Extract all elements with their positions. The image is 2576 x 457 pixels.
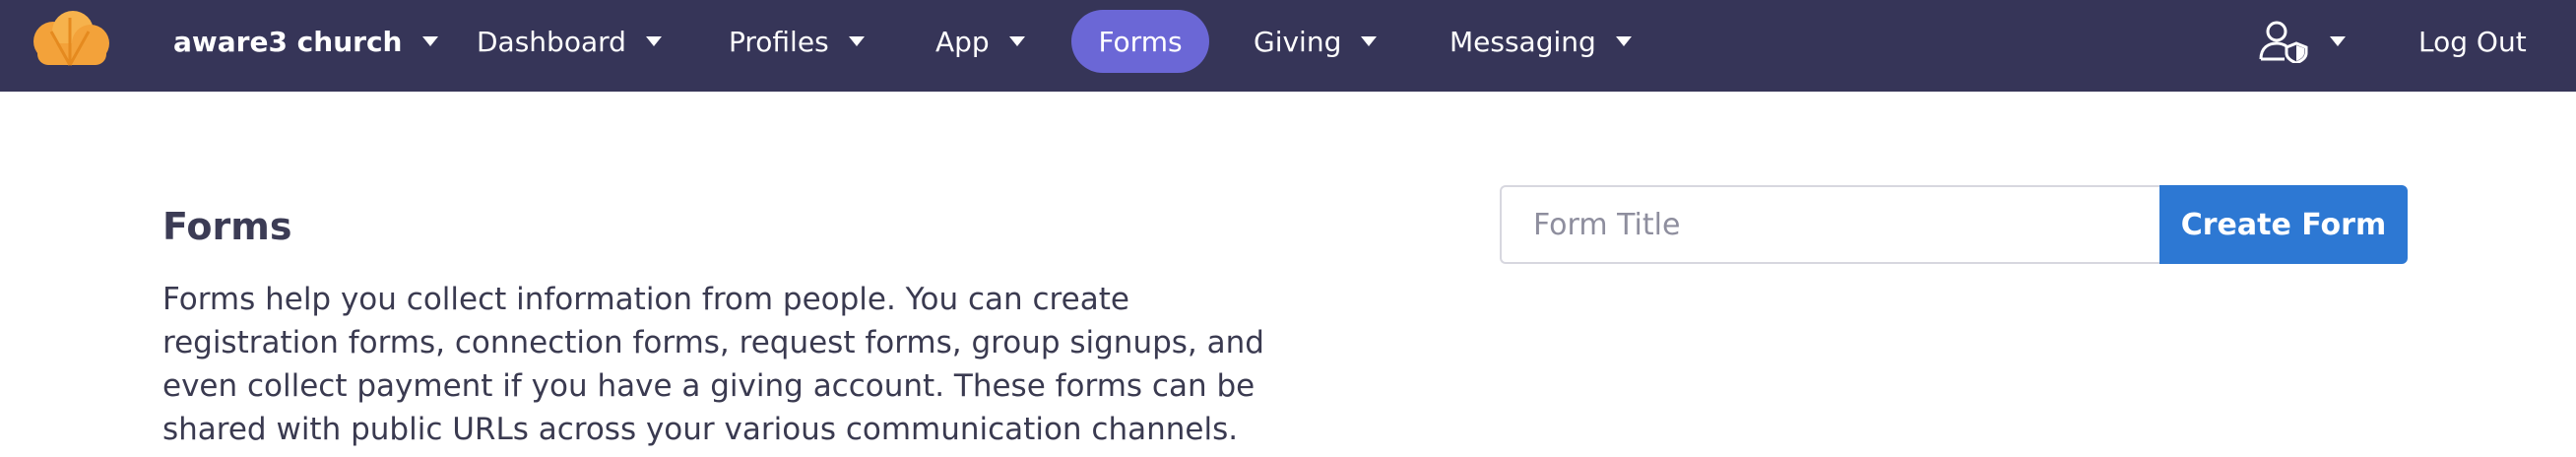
- chevron-down-icon: [1361, 36, 1378, 46]
- nav-item-dashboard[interactable]: Dashboard: [477, 10, 662, 73]
- nav-label: Forms: [1098, 25, 1183, 58]
- nav-label: Dashboard: [477, 25, 626, 58]
- church-selector[interactable]: aware3 church: [173, 10, 438, 73]
- cloud-logo-icon[interactable]: [24, 10, 116, 69]
- nav-item-messaging[interactable]: Messaging: [1449, 10, 1632, 73]
- nav-label: Profiles: [729, 25, 829, 58]
- nav-item-forms[interactable]: Forms: [1071, 10, 1209, 73]
- user-shield-icon: [2259, 21, 2308, 63]
- page-description: Forms help you collect information from …: [162, 282, 1264, 447]
- form-title-input[interactable]: [1500, 185, 2159, 264]
- chevron-down-icon: [848, 36, 865, 46]
- user-menu[interactable]: [2259, 10, 2346, 73]
- page-title: Forms: [162, 205, 292, 248]
- chevron-down-icon: [1615, 36, 1632, 46]
- logout-label: Log Out: [2418, 25, 2527, 58]
- create-form-button[interactable]: Create Form: [2159, 185, 2408, 264]
- top-navigation-bar: aware3 church Dashboard Profiles App For…: [0, 0, 2576, 92]
- chevron-down-icon: [1008, 36, 1025, 46]
- nav-item-giving[interactable]: Giving: [1254, 10, 1378, 73]
- nav-label: Giving: [1254, 25, 1342, 58]
- nav-label: Messaging: [1449, 25, 1596, 58]
- chevron-down-icon: [645, 36, 662, 46]
- chevron-down-icon: [421, 36, 438, 46]
- nav-item-profiles[interactable]: Profiles: [729, 10, 865, 73]
- chevron-down-icon: [2330, 36, 2346, 46]
- church-label: aware3 church: [173, 25, 403, 58]
- logout-link[interactable]: Log Out: [2418, 10, 2527, 73]
- nav-item-app[interactable]: App: [935, 10, 1025, 73]
- nav-label: App: [935, 25, 990, 58]
